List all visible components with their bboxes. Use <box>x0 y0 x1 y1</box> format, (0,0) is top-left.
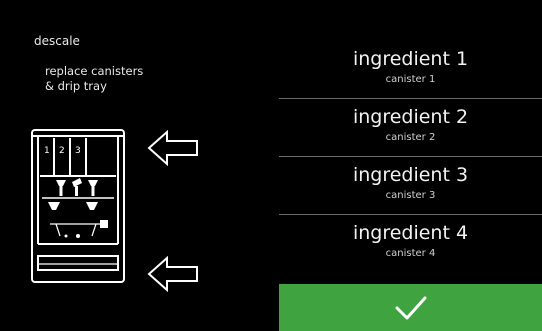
canister-label: canister 1 <box>385 74 436 85</box>
canister-label: canister 3 <box>385 190 436 201</box>
instruction-text: replace canisters & drip tray <box>45 64 205 94</box>
ingredient-name: ingredient 3 <box>352 164 469 186</box>
canister-label: canister 2 <box>385 132 436 143</box>
page-title: descale <box>34 34 80 48</box>
arrow-left-icon <box>147 256 198 292</box>
descale-screen: descale replace canisters & drip tray 1 … <box>0 0 542 331</box>
canister-label-2: 2 <box>59 146 65 156</box>
ingredient-name: ingredient 2 <box>352 106 469 128</box>
ingredient-name: ingredient 4 <box>352 222 469 244</box>
arrow-left-icon <box>147 130 198 166</box>
instruction-line-1: replace canisters <box>45 64 144 78</box>
instruction-line-2: & drip tray <box>45 79 107 93</box>
ingredient-row-2[interactable]: ingredient 2 canister 2 <box>279 98 542 156</box>
canister-label-1: 1 <box>44 146 50 156</box>
checkmark-icon <box>395 296 426 319</box>
ingredient-row-1[interactable]: ingredient 1 canister 1 <box>279 40 542 98</box>
confirm-button[interactable] <box>279 284 542 331</box>
machine-illustration: 1 2 3 <box>31 129 125 283</box>
instruction-panel: descale replace canisters & drip tray 1 … <box>0 0 278 331</box>
ingredient-name: ingredient 1 <box>352 48 469 70</box>
ingredient-list: ingredient 1 canister 1 ingredient 2 can… <box>279 40 542 272</box>
ingredient-row-4[interactable]: ingredient 4 canister 4 <box>279 214 542 272</box>
canister-label-3: 3 <box>75 146 81 156</box>
canister-label: canister 4 <box>385 248 436 259</box>
ingredient-row-3[interactable]: ingredient 3 canister 3 <box>279 156 542 214</box>
